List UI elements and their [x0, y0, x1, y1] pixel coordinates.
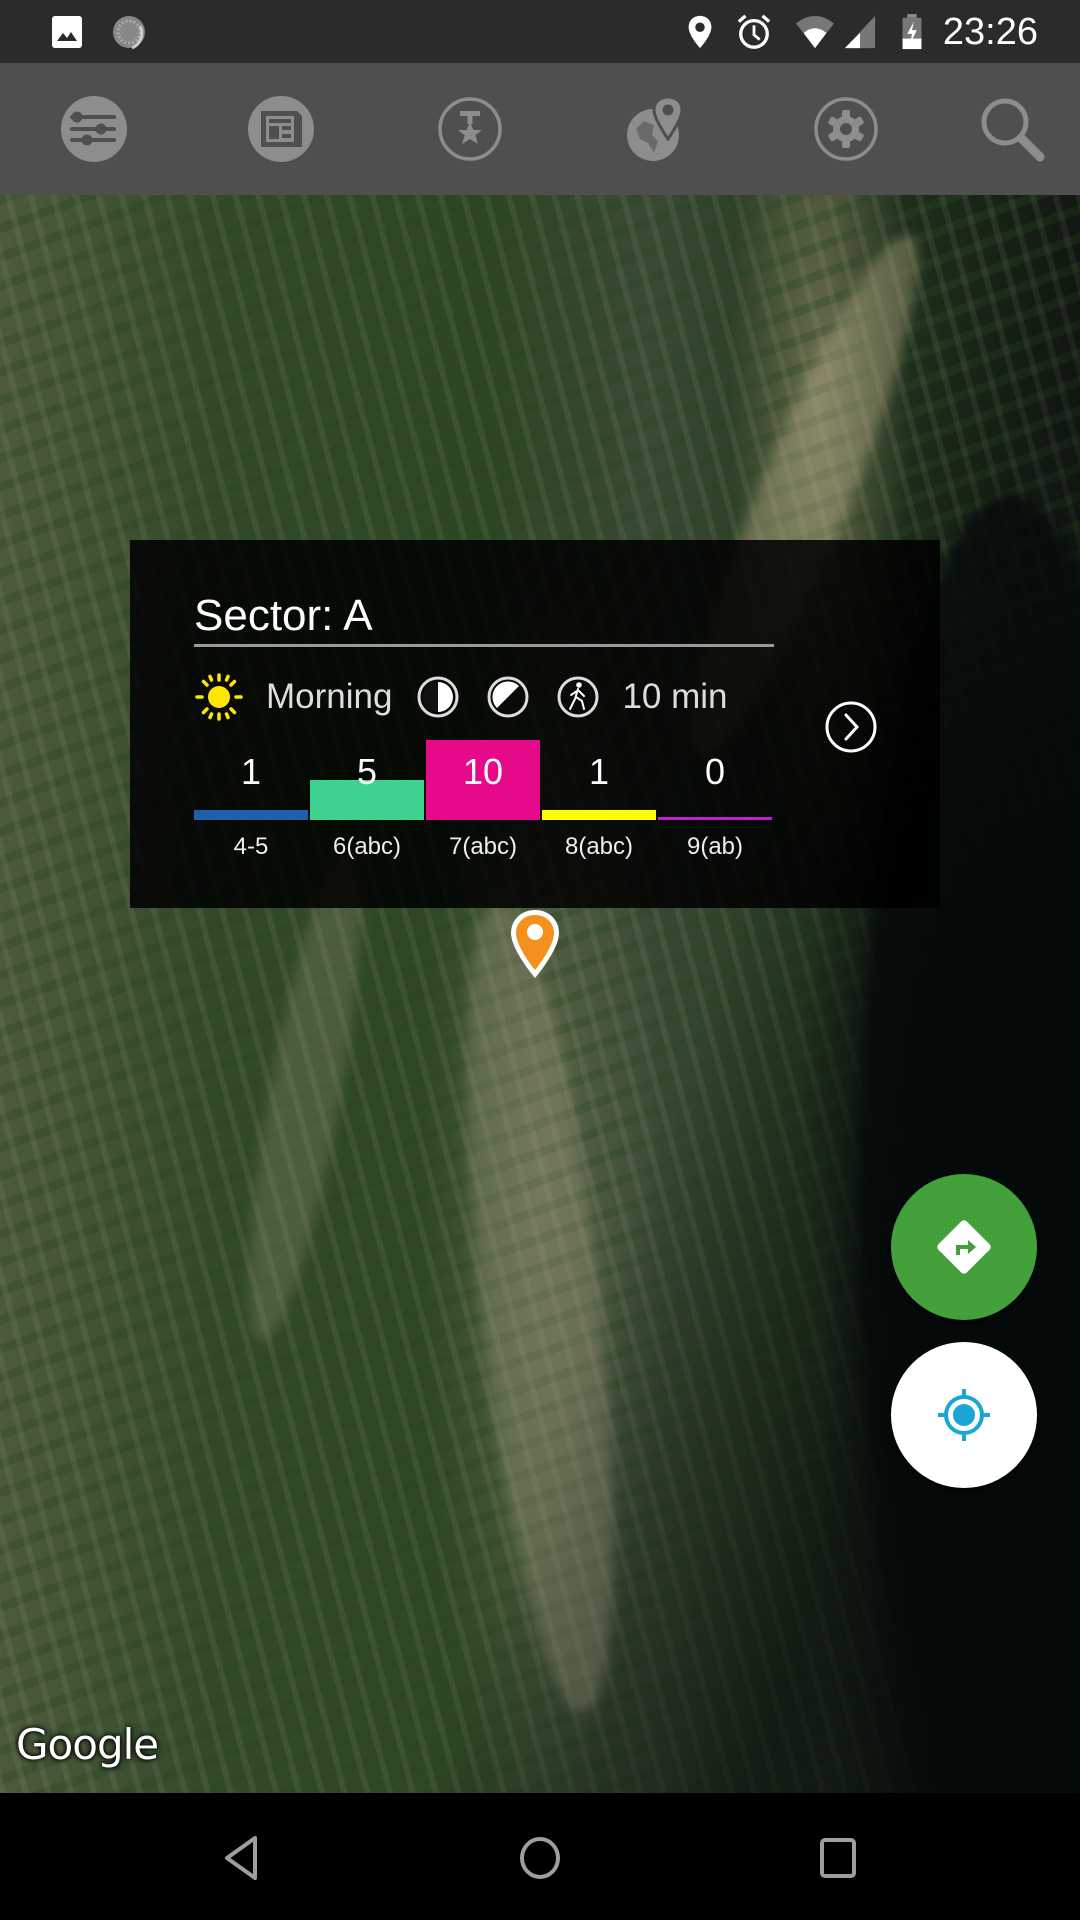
grade-bar-column: 10 7(abc) — [426, 730, 540, 870]
search-button[interactable] — [976, 93, 1048, 165]
clock: 23:26 — [942, 11, 1038, 53]
world-map-button[interactable] — [622, 93, 694, 165]
filter-button[interactable] — [58, 93, 130, 165]
grade-bar-value: 1 — [588, 751, 610, 792]
grade-bar-label: 7(abc) — [448, 833, 518, 860]
my-location-button[interactable] — [891, 1342, 1037, 1488]
sector-title: Sector: A — [194, 591, 373, 640]
grade-bar-column: 0 9(ab) — [658, 730, 772, 870]
google-attribution-logo: Google — [16, 1720, 159, 1769]
grade-bar — [194, 810, 308, 820]
grade-bar-label: 6(abc) — [332, 833, 402, 860]
system-nav-bar — [0, 1793, 1080, 1920]
recents-button[interactable] — [803, 1823, 873, 1893]
directions-icon — [937, 1220, 991, 1274]
grade-bar-value: 1 — [240, 751, 262, 792]
guidebook-button[interactable] — [245, 93, 317, 165]
filter-icon — [61, 96, 127, 162]
back-button[interactable] — [206, 1823, 276, 1893]
signal-icon — [844, 15, 876, 49]
walking-icon — [557, 676, 599, 718]
favorite-star-icon — [438, 97, 502, 161]
back-triangle-icon — [225, 1836, 257, 1880]
location-icon — [688, 15, 712, 49]
sun-icon — [195, 673, 243, 721]
map-terrain-ridge — [227, 842, 383, 1348]
grade-bar — [542, 810, 656, 820]
recents-square-icon — [820, 1838, 856, 1878]
grade-bar-value: 10 — [462, 751, 504, 792]
alarm-icon — [737, 14, 771, 49]
grade-bar-column: 5 6(abc) — [310, 730, 424, 870]
map-terrain-ridge — [437, 890, 643, 1720]
grade-bar-column: 1 4-5 — [194, 730, 308, 870]
settings-gear-icon — [814, 97, 878, 161]
grade-bar-value: 5 — [356, 751, 378, 792]
shade-half-icon — [417, 676, 459, 718]
status-bar: 23:26 — [0, 0, 1080, 63]
search-icon — [981, 98, 1045, 162]
my-location-icon — [938, 1389, 990, 1441]
top-toolbar — [0, 63, 1080, 195]
home-button[interactable] — [505, 1823, 575, 1893]
grade-bar — [658, 817, 772, 820]
shade-partial-icon — [487, 676, 529, 718]
grade-bar-label: 8(abc) — [564, 833, 634, 860]
chevron-right-icon[interactable] — [824, 700, 878, 754]
sun-exposure-label: Morning — [266, 677, 393, 716]
sector-info-popup[interactable]: Sector: A Morning 10 min 1 4-5 5 6(abc) … — [130, 540, 940, 908]
grade-bar-value: 0 — [704, 751, 726, 792]
world-map-pin-icon — [627, 95, 684, 161]
settings-button[interactable] — [810, 93, 882, 165]
guidebook-icon — [248, 96, 314, 162]
grade-bar-column: 1 8(abc) — [542, 730, 656, 870]
sector-info-row: Morning 10 min — [194, 670, 728, 724]
favorites-button[interactable] — [434, 93, 506, 165]
directions-button[interactable] — [891, 1174, 1037, 1320]
satellite-map[interactable]: Google — [0, 195, 1080, 1793]
home-circle-icon — [520, 1837, 560, 1879]
sector-map-marker[interactable] — [508, 908, 562, 980]
grade-bar-label: 9(ab) — [686, 833, 744, 860]
grade-distribution-chart: 1 4-5 5 6(abc) 10 7(abc) 1 8(abc) 0 9(ab) — [194, 730, 774, 870]
battery-charging-icon — [902, 14, 922, 50]
approach-time: 10 min — [622, 677, 728, 716]
wifi-icon — [796, 15, 834, 49]
grade-bar-label: 4-5 — [233, 833, 269, 860]
sync-notification-icon — [113, 16, 145, 50]
image-notification-icon — [52, 16, 82, 48]
title-divider — [194, 644, 774, 647]
